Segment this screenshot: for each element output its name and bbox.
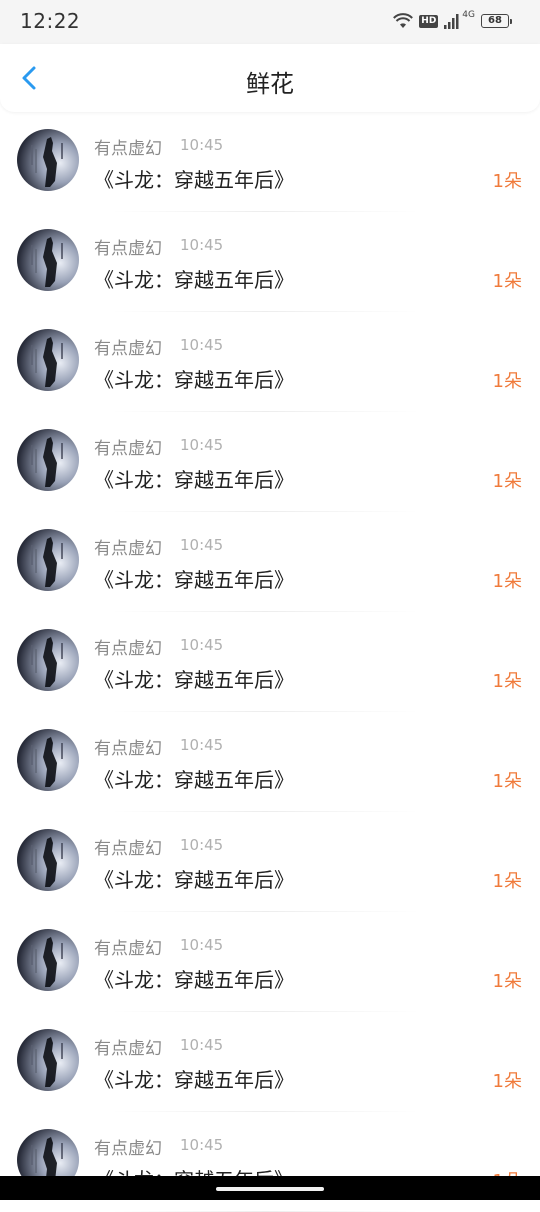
avatar[interactable] bbox=[17, 529, 79, 591]
avatar-figure-icon bbox=[31, 837, 63, 887]
flower-record-list: 有点虚幻 10:45 《斗龙：穿越五年后》 1朵 有点虚幻 10:45 《斗龙：… bbox=[0, 112, 540, 1212]
username: 有点虚幻 bbox=[94, 139, 162, 159]
avatar-figure-icon bbox=[31, 137, 63, 187]
nav-bar: 鲜花 bbox=[0, 44, 540, 112]
status-bar: 12:22 HD 4G 68 bbox=[0, 0, 540, 44]
username: 有点虚幻 bbox=[94, 339, 162, 359]
username: 有点虚幻 bbox=[94, 239, 162, 259]
avatar[interactable] bbox=[17, 829, 79, 891]
wifi-icon bbox=[393, 13, 414, 28]
book-title[interactable]: 《斗龙：穿越五年后》 bbox=[94, 864, 294, 893]
timestamp: 10:45 bbox=[180, 836, 224, 854]
list-item[interactable]: 有点虚幻 10:45 《斗龙：穿越五年后》 1朵 bbox=[0, 612, 540, 712]
timestamp: 10:45 bbox=[180, 1036, 224, 1054]
avatar[interactable] bbox=[17, 1029, 79, 1091]
timestamp: 10:45 bbox=[180, 936, 224, 954]
flower-count: 1朵 bbox=[492, 871, 522, 892]
status-icons: HD 4G 68 bbox=[393, 10, 512, 32]
avatar[interactable] bbox=[17, 229, 79, 291]
book-title[interactable]: 《斗龙：穿越五年后》 bbox=[94, 364, 294, 393]
avatar[interactable] bbox=[17, 929, 79, 991]
book-title[interactable]: 《斗龙：穿越五年后》 bbox=[94, 964, 294, 993]
timestamp: 10:45 bbox=[180, 536, 224, 554]
avatar-figure-icon bbox=[31, 1037, 63, 1087]
list-item[interactable]: 有点虚幻 10:45 《斗龙：穿越五年后》 1朵 bbox=[0, 312, 540, 412]
avatar-figure-icon bbox=[31, 537, 63, 587]
avatar-figure-icon bbox=[31, 937, 63, 987]
book-title[interactable]: 《斗龙：穿越五年后》 bbox=[94, 664, 294, 693]
book-title[interactable]: 《斗龙：穿越五年后》 bbox=[94, 764, 294, 793]
avatar-figure-icon bbox=[31, 337, 63, 387]
list-item[interactable]: 有点虚幻 10:45 《斗龙：穿越五年后》 1朵 bbox=[0, 412, 540, 512]
username: 有点虚幻 bbox=[94, 1039, 162, 1059]
avatar[interactable] bbox=[17, 629, 79, 691]
book-title[interactable]: 《斗龙：穿越五年后》 bbox=[94, 564, 294, 593]
timestamp: 10:45 bbox=[180, 236, 224, 254]
flower-count: 1朵 bbox=[492, 471, 522, 492]
username: 有点虚幻 bbox=[94, 439, 162, 459]
timestamp: 10:45 bbox=[180, 1136, 224, 1154]
list-item[interactable]: 有点虚幻 10:45 《斗龙：穿越五年后》 1朵 bbox=[0, 812, 540, 912]
list-item[interactable]: 有点虚幻 10:45 《斗龙：穿越五年后》 1朵 bbox=[0, 512, 540, 612]
avatar[interactable] bbox=[17, 129, 79, 191]
page-title: 鲜花 bbox=[246, 70, 294, 98]
list-item[interactable]: 有点虚幻 10:45 《斗龙：穿越五年后》 1朵 bbox=[0, 912, 540, 1012]
timestamp: 10:45 bbox=[180, 436, 224, 454]
flower-count: 1朵 bbox=[492, 971, 522, 992]
battery-level: 68 bbox=[481, 14, 509, 28]
timestamp: 10:45 bbox=[180, 336, 224, 354]
flower-count: 1朵 bbox=[492, 171, 522, 192]
battery-icon: 68 bbox=[481, 14, 512, 28]
hd-badge: HD bbox=[419, 14, 439, 28]
username: 有点虚幻 bbox=[94, 839, 162, 859]
avatar-figure-icon bbox=[31, 737, 63, 787]
username: 有点虚幻 bbox=[94, 1139, 162, 1159]
avatar[interactable] bbox=[17, 429, 79, 491]
avatar[interactable] bbox=[17, 329, 79, 391]
username: 有点虚幻 bbox=[94, 639, 162, 659]
status-time: 12:22 bbox=[20, 9, 81, 33]
list-item[interactable]: 有点虚幻 10:45 《斗龙：穿越五年后》 1朵 bbox=[0, 112, 540, 212]
avatar-figure-icon bbox=[31, 437, 63, 487]
username: 有点虚幻 bbox=[94, 539, 162, 559]
network-type: 4G bbox=[462, 10, 475, 20]
flower-count: 1朵 bbox=[492, 271, 522, 292]
flower-count: 1朵 bbox=[492, 571, 522, 592]
avatar[interactable] bbox=[17, 729, 79, 791]
flower-count: 1朵 bbox=[492, 371, 522, 392]
flower-count: 1朵 bbox=[492, 771, 522, 792]
home-indicator[interactable] bbox=[216, 1187, 324, 1191]
book-title[interactable]: 《斗龙：穿越五年后》 bbox=[94, 264, 294, 293]
list-item[interactable]: 有点虚幻 10:45 《斗龙：穿越五年后》 1朵 bbox=[0, 212, 540, 312]
timestamp: 10:45 bbox=[180, 136, 224, 154]
book-title[interactable]: 《斗龙：穿越五年后》 bbox=[94, 1064, 294, 1093]
username: 有点虚幻 bbox=[94, 939, 162, 959]
flower-count: 1朵 bbox=[492, 1071, 522, 1092]
timestamp: 10:45 bbox=[180, 636, 224, 654]
avatar-figure-icon bbox=[31, 237, 63, 287]
list-item[interactable]: 有点虚幻 10:45 《斗龙：穿越五年后》 1朵 bbox=[0, 712, 540, 812]
list-item[interactable]: 有点虚幻 10:45 《斗龙：穿越五年后》 1朵 bbox=[0, 1012, 540, 1112]
book-title[interactable]: 《斗龙：穿越五年后》 bbox=[94, 164, 294, 193]
username: 有点虚幻 bbox=[94, 739, 162, 759]
flower-count: 1朵 bbox=[492, 671, 522, 692]
timestamp: 10:45 bbox=[180, 736, 224, 754]
avatar-figure-icon bbox=[31, 637, 63, 687]
gesture-navigation-bar bbox=[0, 1176, 540, 1200]
book-title[interactable]: 《斗龙：穿越五年后》 bbox=[94, 464, 294, 493]
signal-icon bbox=[444, 14, 459, 29]
